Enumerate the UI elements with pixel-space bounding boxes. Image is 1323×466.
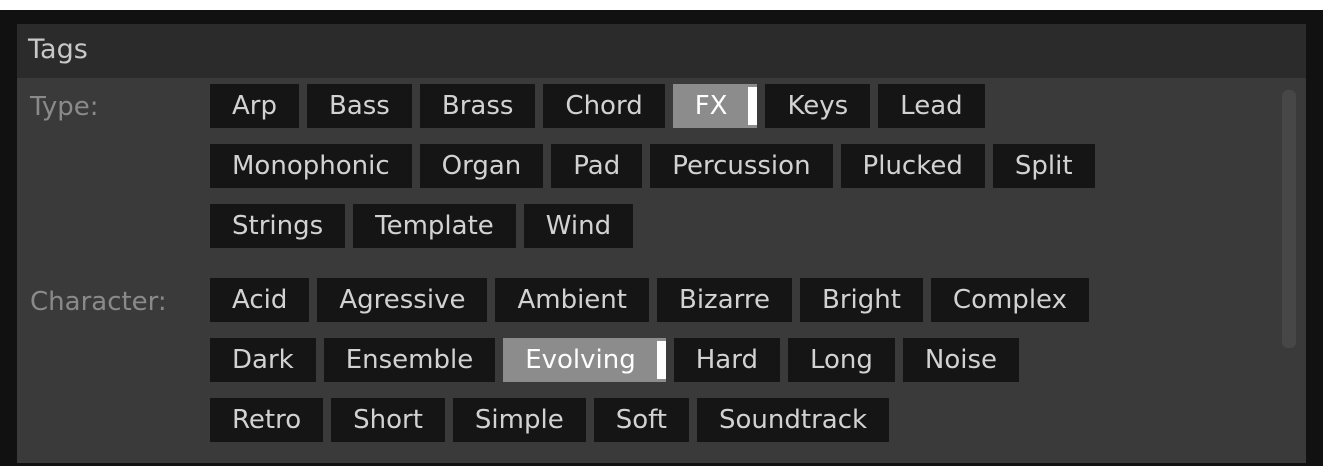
type-tag-list: Arp Bass Brass Chord FX Keys Lead Monoph… [210, 84, 1260, 248]
tag-soft[interactable]: Soft [593, 398, 689, 442]
tag-long[interactable]: Long [787, 338, 895, 382]
tag-split[interactable]: Split [992, 144, 1095, 188]
window-frame: Tags Type: Arp Bass Brass Chord FX Keys … [0, 10, 1323, 466]
tag-organ[interactable]: Organ [419, 144, 544, 188]
tag-ensemble[interactable]: Ensemble [323, 338, 496, 382]
vertical-scrollbar[interactable] [1282, 90, 1296, 348]
tag-bright[interactable]: Bright [799, 278, 923, 322]
character-tag-list: Acid Agressive Ambient Bizarre Bright Co… [210, 278, 1260, 442]
character-label: Character: [30, 287, 167, 317]
tag-hard[interactable]: Hard [673, 338, 780, 382]
tag-brass[interactable]: Brass [419, 84, 536, 128]
tag-dark[interactable]: Dark [210, 338, 316, 382]
tag-simple[interactable]: Simple [452, 398, 586, 442]
tag-bass[interactable]: Bass [306, 84, 412, 128]
tag-bizarre[interactable]: Bizarre [656, 278, 792, 322]
tag-pad[interactable]: Pad [551, 144, 643, 188]
tag-evolving[interactable]: Evolving [503, 338, 666, 382]
tag-strings[interactable]: Strings [210, 204, 346, 248]
tag-percussion[interactable]: Percussion [650, 144, 833, 188]
tag-agressive[interactable]: Agressive [317, 278, 488, 322]
tag-chord[interactable]: Chord [543, 84, 665, 128]
tag-acid[interactable]: Acid [210, 278, 310, 322]
tag-short[interactable]: Short [331, 398, 445, 442]
tag-monophonic[interactable]: Monophonic [210, 144, 412, 188]
tag-retro[interactable]: Retro [210, 398, 324, 442]
type-label: Type: [30, 92, 99, 122]
tag-keys[interactable]: Keys [765, 84, 871, 128]
tag-ambient[interactable]: Ambient [495, 278, 649, 322]
tag-wind[interactable]: Wind [523, 204, 634, 248]
tag-lead[interactable]: Lead [878, 84, 985, 128]
panel-title: Tags [28, 34, 88, 65]
tag-noise[interactable]: Noise [902, 338, 1020, 382]
tag-soundtrack[interactable]: Soundtrack [697, 398, 890, 442]
tag-fx[interactable]: FX [672, 84, 758, 128]
tag-template[interactable]: Template [353, 204, 516, 248]
tag-complex[interactable]: Complex [930, 278, 1089, 322]
panel-titlebar [17, 24, 1306, 78]
tag-plucked[interactable]: Plucked [840, 144, 985, 188]
tag-arp[interactable]: Arp [210, 84, 299, 128]
